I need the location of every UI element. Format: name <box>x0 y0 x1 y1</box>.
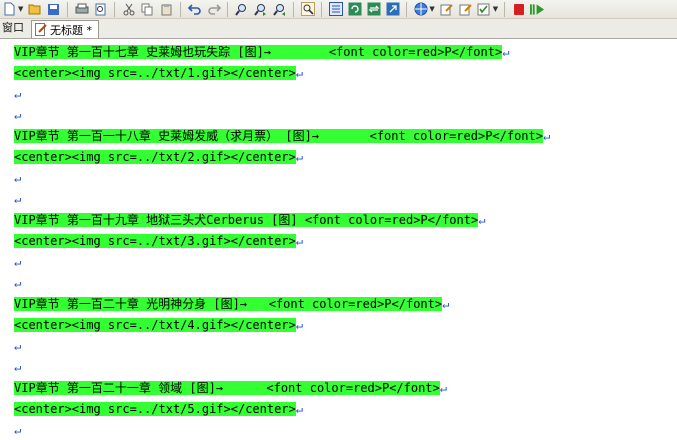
main-toolbar: ▼ ▼ ▼ <box>0 0 677 19</box>
line-break-marker-icon: ↵ <box>478 213 486 227</box>
line-break-marker-icon: ↵ <box>502 45 510 59</box>
toolbar-group-tools: ▼ ▼ <box>413 2 498 17</box>
document-tab-bar: 窗口 无标题 * <box>0 19 677 39</box>
sync-icon[interactable] <box>366 2 381 17</box>
editor-line[interactable]: ↵ <box>14 275 21 292</box>
undo-icon[interactable] <box>187 2 202 17</box>
editor-line-text: <center><img src=../txt/4.gif></center> <box>14 318 296 332</box>
toolbar-group-history <box>187 2 221 17</box>
print-preview-icon[interactable] <box>93 2 108 17</box>
line-break-marker-icon: ↵ <box>14 255 22 269</box>
editor-line-text: VIP章节 第一百十七章 史莱姆也玩失踪 [图]→ <font color=re… <box>14 45 503 59</box>
save-icon[interactable] <box>46 2 61 17</box>
tab-untitled[interactable]: 无标题 * <box>31 20 99 38</box>
line-break-marker-icon: ↵ <box>14 87 22 101</box>
refresh-icon[interactable] <box>347 2 362 17</box>
toolbar-group-zoom <box>300 2 315 17</box>
play-icon[interactable] <box>530 2 545 17</box>
view-mode-icon[interactable] <box>328 2 343 17</box>
line-break-marker-icon: ↵ <box>14 339 22 353</box>
copy-icon[interactable] <box>140 2 155 17</box>
line-break-marker-icon: ↵ <box>295 234 303 248</box>
editor-line[interactable]: ↵ <box>14 170 21 187</box>
editor-line[interactable]: ↵ <box>14 359 21 376</box>
toolbar-group-view <box>328 2 400 17</box>
new-file-icon[interactable] <box>2 2 17 17</box>
toolbar-group-print <box>74 2 108 17</box>
editor-line[interactable]: VIP章节 第一百二十一章 领域 [图]→ <font color=red>P<… <box>14 380 447 397</box>
editor-line-text: <center><img src=../txt/5.gif></center> <box>14 402 296 416</box>
line-break-marker-icon: ↵ <box>295 402 303 416</box>
editor-line[interactable]: ↵ <box>14 254 21 271</box>
toolbar-separator <box>406 1 408 17</box>
toolbar-separator <box>293 1 295 17</box>
editor-line[interactable]: <center><img src=../txt/1.gif></center>↵ <box>14 65 303 82</box>
editor-line-text: <center><img src=../txt/3.gif></center> <box>14 234 296 248</box>
editor-line[interactable]: ↵ <box>14 338 21 355</box>
print-icon[interactable] <box>74 2 89 17</box>
toolbar-group-file: ▼ <box>2 2 61 17</box>
toolbar-group-run <box>511 2 545 17</box>
editor-line-text: <center><img src=../txt/1.gif></center> <box>14 66 296 80</box>
line-break-marker-icon: ↵ <box>439 381 447 395</box>
editor-line[interactable]: VIP章节 第一百十七章 史莱姆也玩失踪 [图]→ <font color=re… <box>14 44 509 61</box>
redo-icon[interactable] <box>206 2 221 17</box>
toolbar-separator <box>180 1 182 17</box>
editor-line-text: VIP章节 第一百一十八章 史莱姆发威（求月票） [图]→ <font colo… <box>14 129 543 143</box>
editor-line[interactable]: <center><img src=../txt/4.gif></center>↵ <box>14 317 303 334</box>
toolbar-separator <box>114 1 116 17</box>
editor-line[interactable]: ↵ <box>14 107 21 124</box>
editor-line-text: <center><img src=../txt/2.gif></center> <box>14 150 296 164</box>
editor-line[interactable]: <center><img src=../txt/2.gif></center>↵ <box>14 149 303 166</box>
web-dropdown-icon[interactable]: ▼ <box>429 5 434 13</box>
cut-icon[interactable] <box>121 2 136 17</box>
window-menu-label[interactable]: 窗口 <box>0 21 28 38</box>
editor-line-text: VIP章节 第一百十九章 地狱三头犬Cerberus [图] <font col… <box>14 213 479 227</box>
checklist-dropdown-icon[interactable]: ▼ <box>493 5 498 13</box>
line-break-marker-icon: ↵ <box>14 360 22 374</box>
new-file-dropdown-icon[interactable]: ▼ <box>18 5 23 13</box>
checklist-icon[interactable] <box>477 2 492 17</box>
line-break-marker-icon: ↵ <box>295 66 303 80</box>
find-next-icon[interactable] <box>253 2 268 17</box>
line-break-marker-icon: ↵ <box>14 276 22 290</box>
edit-note-2-icon[interactable] <box>458 2 473 17</box>
text-editor[interactable]: VIP章节 第一百十七章 史莱姆也玩失踪 [图]→ <font color=re… <box>0 40 677 440</box>
editor-line[interactable]: ↵ <box>14 86 21 103</box>
toolbar-separator <box>227 1 229 17</box>
toolbar-group-find <box>234 2 287 17</box>
toolbar-separator <box>67 1 69 17</box>
document-edit-icon <box>35 23 47 36</box>
line-break-marker-icon: ↵ <box>14 192 22 206</box>
editor-line-text: VIP章节 第一百二十章 光明神分身 [图]→ <font color=red>… <box>14 297 443 311</box>
line-break-marker-icon: ↵ <box>14 423 22 437</box>
editor-line[interactable]: ↵ <box>14 191 21 208</box>
editor-line[interactable]: <center><img src=../txt/3.gif></center>↵ <box>14 233 303 250</box>
toolbar-group-edit <box>121 2 174 17</box>
line-break-marker-icon: ↵ <box>295 150 303 164</box>
find-prev-icon[interactable] <box>272 2 287 17</box>
editor-line-text: VIP章节 第一百二十一章 领域 [图]→ <font color=red>P<… <box>14 381 440 395</box>
edit-note-icon[interactable] <box>439 2 454 17</box>
editor-line[interactable]: VIP章节 第一百一十八章 史莱姆发威（求月票） [图]→ <font colo… <box>14 128 550 145</box>
line-break-marker-icon: ↵ <box>543 129 551 143</box>
toolbar-separator <box>504 1 506 17</box>
web-icon[interactable] <box>413 2 428 17</box>
line-break-marker-icon: ↵ <box>14 171 22 185</box>
find-icon[interactable] <box>234 2 249 17</box>
toolbar-separator <box>321 1 323 17</box>
editor-line[interactable]: VIP章节 第一百二十章 光明神分身 [图]→ <font color=red>… <box>14 296 449 313</box>
editor-line[interactable]: ↵ <box>14 422 21 439</box>
editor-line[interactable]: VIP章节 第一百十九章 地狱三头犬Cerberus [图] <font col… <box>14 212 485 229</box>
paste-icon[interactable] <box>159 2 174 17</box>
zoom-icon[interactable] <box>300 2 315 17</box>
line-break-marker-icon: ↵ <box>442 297 450 311</box>
open-folder-icon[interactable] <box>27 2 42 17</box>
export-icon[interactable] <box>385 2 400 17</box>
line-break-marker-icon: ↵ <box>14 108 22 122</box>
stop-icon[interactable] <box>511 2 526 17</box>
editor-line[interactable]: <center><img src=../txt/5.gif></center>↵ <box>14 401 303 418</box>
tab-title: 无标题 * <box>50 23 92 37</box>
line-break-marker-icon: ↵ <box>295 318 303 332</box>
